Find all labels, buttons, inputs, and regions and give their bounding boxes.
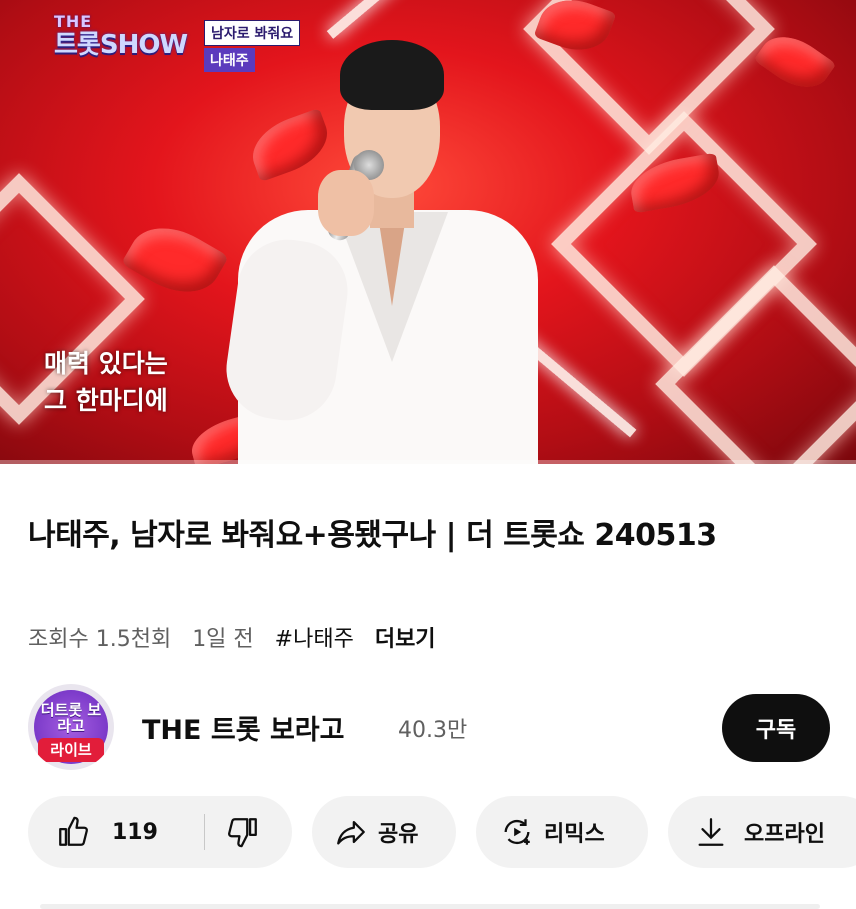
subtitle-line: 그 한마디에 [44,386,168,415]
live-badge: 라이브 [38,738,104,762]
divider [204,814,205,850]
show-logo-small: THE [54,12,93,31]
offline-label: 오프라인 [744,822,825,847]
channel-avatar[interactable]: 더트롯 보라고 라이브 [28,684,114,770]
video-title[interactable]: 나태주, 남자로 봐줘요+용됐구나 | 더 트롯쇼 240513 [28,514,818,558]
video-meta[interactable]: 조회수 1.5천회 1일 전 #나태주 더보기 [28,621,450,653]
like-count: 119 [112,819,158,845]
video-subtitle: 매력 있다는 그 한마디에 [44,345,168,419]
remix-label: 리믹스 [544,822,605,847]
song-tag: 남자로 봐줘요 나태주 [204,20,301,74]
performer [220,40,552,464]
upload-age: 1일 전 [192,627,254,652]
thumbs-up-icon[interactable] [56,815,90,849]
subscribe-button[interactable]: 구독 [722,694,830,762]
remix-icon [504,819,530,845]
hashtag-link[interactable]: #나태주 [275,627,354,652]
share-button[interactable]: 공유 [312,796,456,868]
view-count: 조회수 1.5천회 [28,627,172,652]
offline-button[interactable]: 오프라인 [668,796,856,868]
like-dislike-pill: 119 [28,796,292,868]
stage-light-beam [326,0,487,39]
next-section-edge [40,904,820,909]
video-player[interactable]: THE 트롯SHOW 남자로 봐줘요 나태주 매력 있다는 그 한마디에 [0,0,856,464]
share-icon [337,820,365,845]
song-title-tag: 남자로 봐줘요 [204,20,301,46]
share-label: 공유 [378,822,419,847]
show-logo: THE 트롯SHOW [54,12,188,61]
download-icon [698,818,724,846]
subscriber-count: 40.3만 [398,718,468,743]
artist-tag: 나태주 [204,48,255,72]
channel-row: 더트롯 보라고 라이브 THE 트롯 보라고 40.3만 구독 [28,684,838,776]
more-button[interactable]: 더보기 [375,627,436,652]
action-bar: 119 공유 리믹스 오프라인 [28,796,856,872]
remix-button[interactable]: 리믹스 [476,796,648,868]
channel-name[interactable]: THE 트롯 보라고 [142,708,344,747]
avatar-text: 더트롯 보라고 [40,701,102,735]
thumbs-down-icon[interactable] [226,815,260,849]
video-info-panel: 나태주, 남자로 봐줘요+용됐구나 | 더 트롯쇼 240513 조회수 1.5… [0,464,856,909]
subtitle-line: 매력 있다는 [44,349,168,378]
show-logo-main: 트롯SHOW [54,30,188,60]
